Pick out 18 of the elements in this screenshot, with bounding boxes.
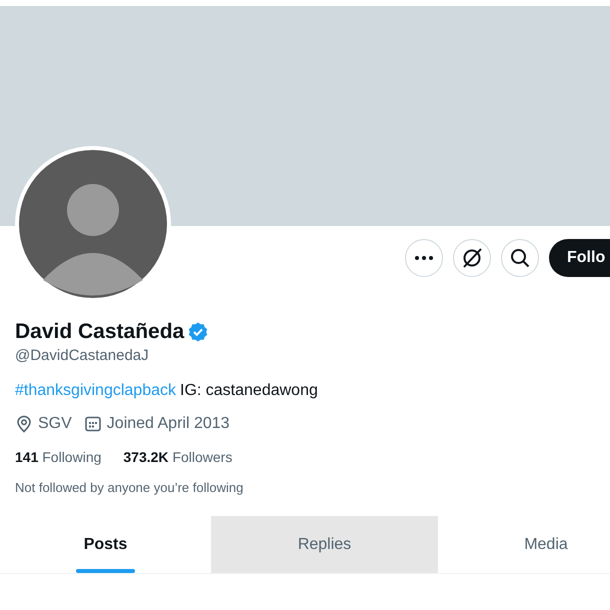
location-text: SGV (38, 415, 72, 433)
search-icon (510, 248, 530, 268)
profile-handle: @DavidCastanedaJ (15, 347, 150, 364)
stat-link[interactable]: 373.2K Followers (123, 449, 232, 465)
more-icon (415, 256, 433, 260)
bio-text: IG: castanedawong (180, 382, 318, 400)
follow-button[interactable]: Follo (549, 239, 610, 277)
profile-tab[interactable]: Replies (211, 516, 438, 573)
profile-name: David Castañeda (15, 320, 184, 344)
calendar-icon (84, 415, 102, 433)
location-pin-icon (15, 415, 33, 433)
stat-link[interactable]: 141 Following (15, 449, 102, 465)
slashed-circle-icon (461, 247, 483, 269)
join-date-text: Joined April 2013 (106, 415, 230, 433)
search-button[interactable] (501, 239, 539, 277)
grok-button[interactable] (453, 239, 491, 277)
more-button[interactable] (405, 239, 443, 277)
followed-by-text: Not followed by anyone you’re following (15, 480, 244, 495)
